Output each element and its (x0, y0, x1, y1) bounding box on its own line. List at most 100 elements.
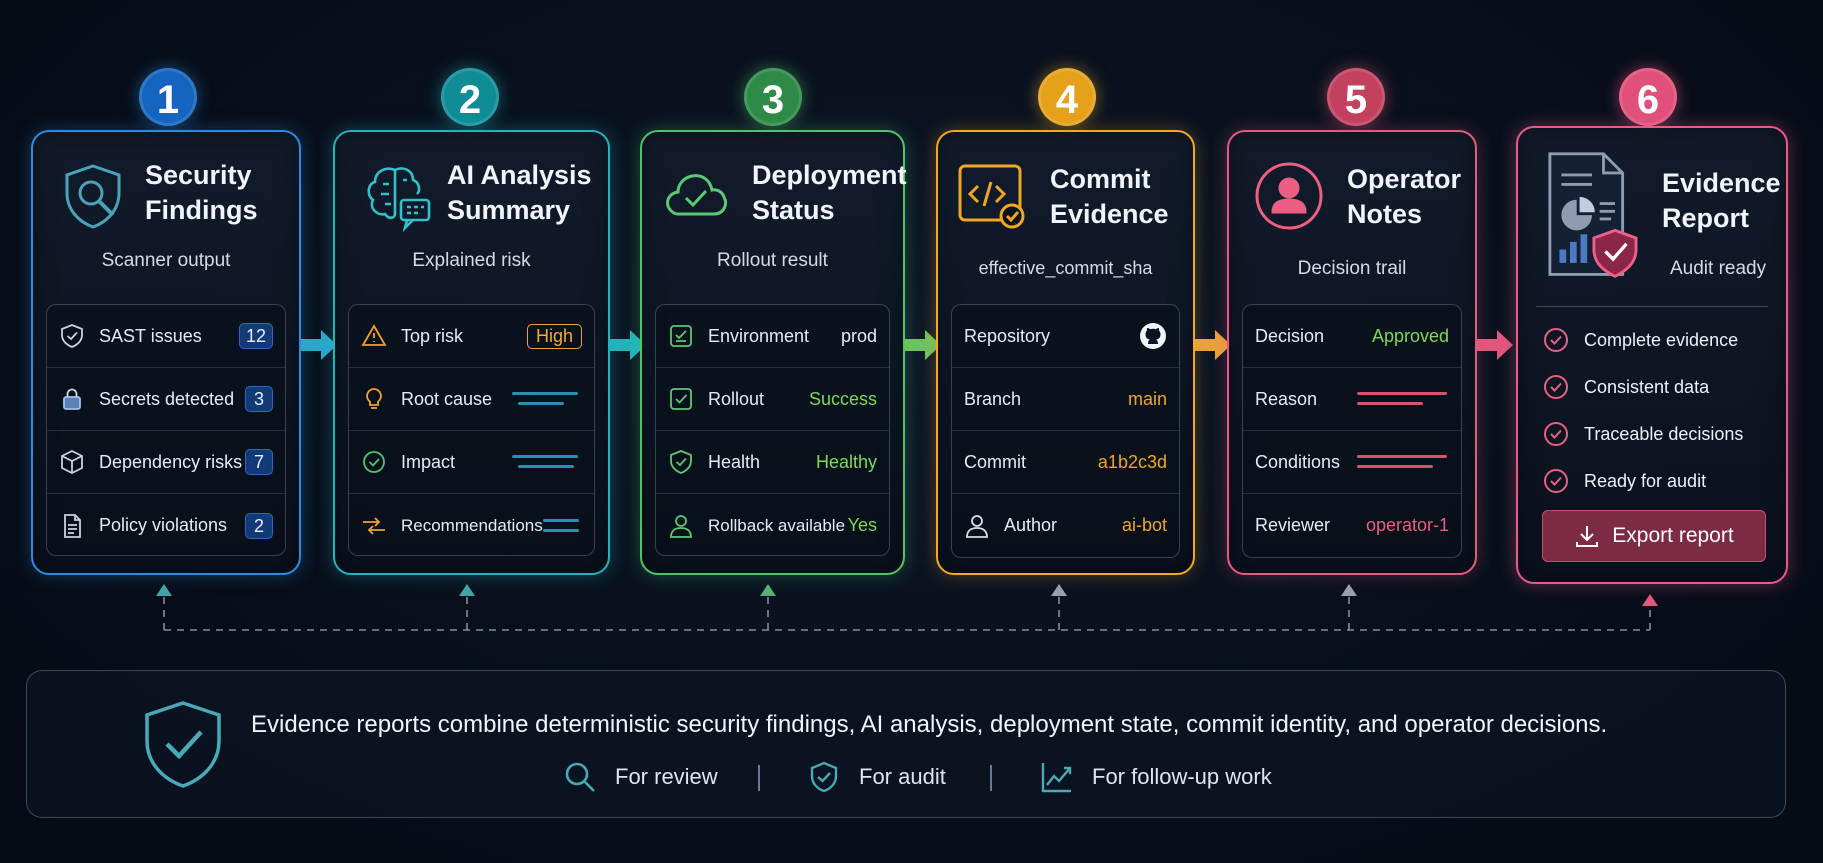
step-5-list: Decision Approved Reason Conditions Revi… (1242, 304, 1462, 558)
document-icon (64, 513, 81, 538)
list-item: Impact (349, 431, 594, 494)
step-4-subtitle: effective_commit_sha (978, 258, 1153, 278)
placeholder-lines (1357, 453, 1449, 471)
checkbox-icon (670, 388, 692, 410)
row-label: Rollout (708, 388, 765, 409)
row-label: Secrets detected (99, 388, 235, 409)
list-item: Author ai-bot (952, 494, 1179, 557)
count-badge: 7 (245, 449, 273, 475)
use-audit: For audit (807, 759, 946, 795)
check-circle-icon (363, 451, 385, 473)
author-value: ai-bot (1121, 515, 1167, 535)
use-label: For review (615, 764, 718, 789)
shield-check-icon (145, 701, 221, 788)
step-3-badge: 3 (744, 68, 802, 126)
placeholder-lines (542, 517, 582, 535)
list-item: Ready for audit (1542, 461, 1706, 501)
code-check-icon (958, 164, 1025, 229)
check-label: Consistent data (1584, 376, 1710, 397)
list-item: SAST issues 12 (47, 305, 285, 368)
list-item: Branch main (952, 368, 1179, 431)
list-item: Complete evidence (1542, 320, 1738, 360)
step-6-subtitle: Audit ready (1670, 258, 1767, 279)
check-circle-icon (1544, 375, 1568, 399)
lock-icon (63, 388, 81, 410)
step-6-card: Evidence Report Audit ready Complete evi… (1516, 126, 1788, 584)
separator (990, 765, 992, 791)
operator-icon (1255, 162, 1323, 230)
step-1-badge: 1 (139, 68, 197, 126)
step-2-badge: 2 (441, 68, 499, 126)
step-2-title: AI Analysis Summary (447, 160, 592, 225)
step-2-list: Top risk High Root cause Impact Recommen… (348, 304, 595, 556)
lightbulb-icon (366, 388, 382, 409)
list-item: Reviewer operator-1 (1243, 494, 1461, 557)
list-item: Environment prod (656, 305, 889, 368)
commit-sha-value: a1b2c3d (1097, 451, 1167, 472)
list-item: Top risk High (349, 305, 594, 368)
package-icon (61, 449, 83, 475)
list-item: Policy violations 2 (47, 494, 285, 557)
list-item: Commit a1b2c3d (952, 431, 1179, 494)
placeholder-lines (512, 390, 582, 408)
step-1-title: Security Findings (145, 160, 258, 225)
row-label: Health (708, 451, 761, 472)
cloud-check-icon (666, 174, 728, 216)
row-label: SAST issues (99, 325, 202, 346)
check-circle-icon (1544, 422, 1568, 446)
step-6-badge: 6 (1619, 68, 1677, 126)
list-item: Root cause (349, 368, 594, 431)
count-badge: 2 (245, 512, 273, 539)
count-badge: 3 (245, 386, 273, 412)
check-circle-icon (1544, 328, 1568, 352)
report-icon (1548, 152, 1638, 278)
step-2-card: AI Analysis Summary Explained risk Top r… (333, 130, 610, 575)
feedback-arrowhead (156, 584, 172, 596)
step-1-list: SAST issues 12 Secrets detected 3 Depend… (46, 304, 286, 556)
use-label: For audit (859, 764, 946, 789)
github-icon (1140, 323, 1166, 349)
trend-chart-icon (1041, 763, 1072, 793)
step-5-badge: 5 (1327, 68, 1385, 126)
decision-value: Approved (1371, 325, 1449, 346)
placeholder-lines (512, 453, 582, 471)
list-item: Health Healthy (656, 431, 889, 494)
shield-search-icon (65, 164, 121, 229)
step-4-badge: 4 (1038, 68, 1096, 126)
feedback-arrowhead (1051, 584, 1067, 596)
environment-icon (670, 325, 692, 347)
step-4-card: Commit Evidence effective_commit_sha Rep… (936, 130, 1195, 575)
placeholder-lines (1357, 390, 1449, 408)
branch-value: main (1127, 388, 1167, 409)
row-label: Branch (964, 388, 1022, 409)
export-report-label: Export report (1612, 524, 1734, 547)
risk-level-badge: High (526, 323, 582, 349)
use-review: For review (563, 759, 718, 795)
use-follow-up: For follow-up work (1040, 759, 1272, 795)
shield-icon (61, 324, 83, 348)
row-label: Recommendations (401, 515, 543, 535)
row-label: Root cause (401, 388, 493, 409)
row-label: Decision (1255, 325, 1325, 346)
use-label: For follow-up work (1092, 764, 1272, 789)
shield-check-icon (670, 450, 692, 474)
step-4-list: Repository Branch main Commit a1b2c3d Au… (951, 304, 1180, 558)
list-item: Recommendations (349, 494, 594, 557)
row-label: Environment (708, 325, 810, 346)
step-6-title: Evidence Report (1662, 168, 1781, 233)
health-value: Healthy (815, 451, 877, 472)
check-label: Complete evidence (1584, 329, 1739, 350)
feedback-arrowhead (1341, 584, 1357, 596)
route-icon (363, 516, 385, 535)
check-label: Traceable decisions (1584, 423, 1744, 444)
step-3-list: Environment prod Rollout Success Health … (655, 304, 890, 556)
list-item: Rollout Success (656, 368, 889, 431)
export-report-button[interactable]: Export report (1542, 510, 1766, 562)
warning-icon (361, 324, 387, 346)
list-item: Reason (1243, 368, 1461, 431)
search-icon (565, 762, 595, 792)
feedback-arrowhead (760, 584, 776, 596)
rollout-value: Success (808, 388, 877, 409)
row-label: Commit (964, 451, 1026, 472)
step-1-card: Security Findings Scanner output SAST is… (31, 130, 301, 575)
